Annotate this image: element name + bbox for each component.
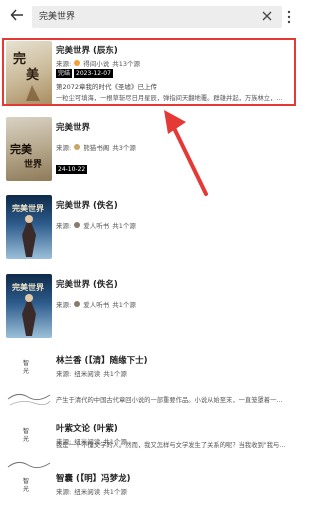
svg-text:光: 光	[23, 435, 29, 443]
book-source: 来源: 爱人听书 共1个源	[56, 301, 136, 309]
book-title: 完美世界 (佚名)	[56, 280, 118, 290]
book-card[interactable]: 完美世界 完美世界 (佚名) 来源: 爱人听书 共1个源	[0, 191, 300, 263]
status-badges: 24-10-22	[56, 165, 88, 174]
svg-text:完美世界: 完美世界	[12, 282, 45, 292]
book-title: 完美世界	[56, 123, 91, 133]
book-intro: 产生于清代的中国古代章回小说的一部重要作品。小说从始至末，一直笼罩着一种人生..…	[56, 397, 288, 404]
book-source: 来源: 纽米阅读 共1个源	[56, 488, 127, 496]
book-cover: 智 光	[6, 351, 52, 415]
book-cover: 完美 世界	[6, 117, 52, 181]
book-title: 智囊 (【明】冯梦龙)	[56, 474, 131, 484]
highlight-box	[2, 38, 296, 106]
book-card[interactable]: 完美世界 完美世界 (佚名) 来源: 爱人听书 共1个源	[0, 270, 300, 342]
book-title: 叶紫文论 (叶紫)	[56, 424, 118, 434]
source-icon	[74, 301, 81, 307]
clear-icon[interactable]	[262, 11, 272, 21]
source-icon	[74, 144, 81, 150]
book-cover: 智 光	[6, 469, 52, 522]
book-title: 完美世界 (佚名)	[56, 201, 118, 211]
svg-text:世界: 世界	[24, 158, 42, 170]
book-cover: 完美世界	[6, 195, 52, 259]
book-card[interactable]: 智 光 林兰香 (【清】随缘下士) 来源: 纽米阅读 共1个源 产生于清代的中国…	[0, 348, 300, 415]
source-icon	[74, 222, 81, 228]
book-source: 来源: 熊猫书阁 共3个源	[56, 144, 136, 152]
back-arrow-icon[interactable]	[10, 8, 24, 22]
more-vertical-icon[interactable]	[286, 9, 292, 25]
search-input[interactable]: 完美世界	[32, 6, 282, 28]
book-card[interactable]: 完美 世界 完美世界 来源: 熊猫书阁 共3个源 24-10-22	[0, 113, 300, 185]
book-source: 来源: 纽米阅读 共1个源	[56, 370, 127, 378]
book-cover: 完美世界	[6, 274, 52, 338]
svg-text:完美: 完美	[10, 142, 33, 156]
search-results-screen: 完美世界 完 美 完美世界 (辰东) 来源: 得间小说 共13个源 完结 202…	[0, 0, 300, 522]
book-title: 林兰香 (【清】随缘下士)	[56, 356, 148, 366]
svg-text:完美世界: 完美世界	[12, 203, 45, 213]
search-bar: 完美世界	[0, 0, 300, 34]
svg-text:光: 光	[23, 367, 29, 375]
svg-text:光: 光	[23, 485, 29, 493]
book-intro: 我是一个不懂文学的人。然而，我又怎样与文学发生了关系的呢？当我收到"我与文学"这…	[56, 442, 288, 449]
svg-text:智: 智	[23, 359, 29, 367]
book-source: 来源: 爱人听书 共1个源	[56, 222, 136, 230]
update-date-badge: 24-10-22	[56, 165, 88, 174]
svg-text:智: 智	[23, 427, 29, 435]
book-card[interactable]: 智 光 智囊 (【明】冯梦龙) 来源: 纽米阅读 共1个源	[0, 466, 300, 522]
svg-text:智: 智	[23, 477, 29, 485]
